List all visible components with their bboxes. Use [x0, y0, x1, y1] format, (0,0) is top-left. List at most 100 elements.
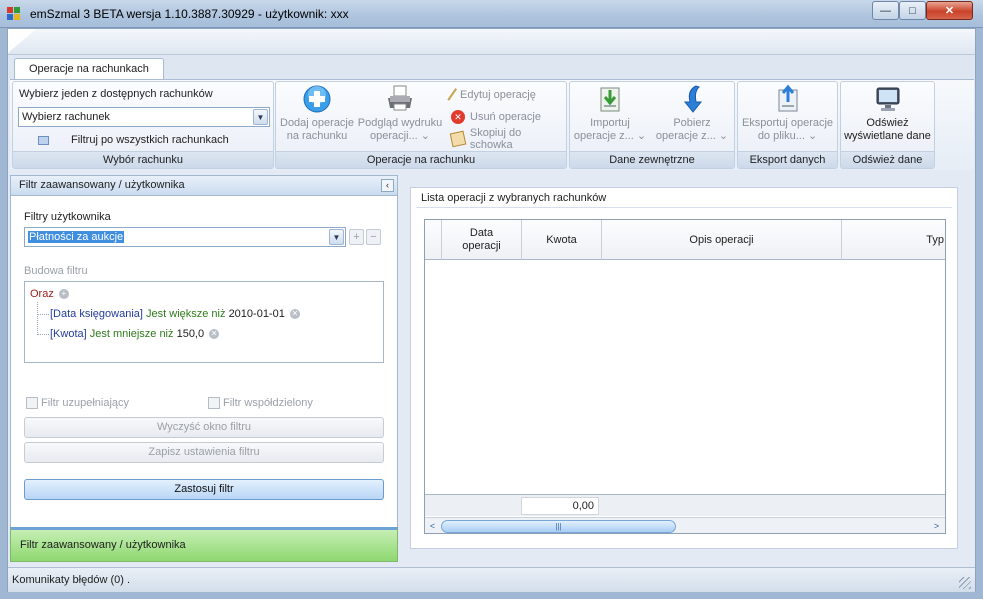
tree-root[interactable]: Oraz + — [30, 288, 69, 300]
edit-operation-button[interactable]: Edytuj operację — [447, 86, 536, 104]
scrollbar-thumb[interactable]: ||| — [441, 520, 676, 533]
print-preview-line1: Podgląd wydruku — [357, 117, 443, 129]
supplementary-filter-checkbox[interactable]: Filtr uzupełniający — [26, 397, 129, 409]
add-operation-line1: Dodaj operacje — [280, 117, 354, 129]
tab-operations[interactable]: Operacje na rachunkach — [14, 58, 164, 79]
minimize-button[interactable]: — — [872, 1, 899, 20]
copy-clipboard-label: Skopiuj do schowka — [469, 127, 522, 151]
edit-icon — [447, 88, 459, 102]
condition-field: [Kwota] — [50, 328, 87, 340]
remove-filter-button[interactable]: − — [366, 229, 381, 245]
chevron-down-icon[interactable]: ▼ — [253, 109, 268, 125]
monitor-icon — [876, 87, 899, 111]
import-operations-button[interactable]: Importuj operacje z... ⌄ — [570, 84, 650, 143]
group-label-account: Wybór rachunku — [13, 151, 273, 168]
grid-summary-row: 0,00 — [425, 494, 945, 516]
amount-sum: 0,00 — [521, 497, 599, 515]
divider — [416, 207, 952, 208]
checkbox-box — [26, 397, 38, 409]
account-prompt: Wybierz jeden z dostępnych rachunków — [19, 88, 213, 100]
filter-all-label: Filtruj po wszystkich rachunkach — [71, 134, 229, 146]
row-selector-header — [425, 220, 442, 260]
maximize-button[interactable]: □ — [899, 1, 926, 20]
ribbon-tab-row: Operacje na rachunkach — [8, 55, 975, 79]
export-operations-button[interactable]: Eksportuj operacje do pliku... ⌄ — [738, 84, 837, 143]
checkbox-box — [208, 397, 220, 409]
export-line2: do pliku... ⌄ — [757, 130, 818, 142]
refresh-data-button[interactable]: Odśwież wyświetlane dane — [841, 84, 934, 143]
condition-value: 2010-01-01 — [228, 308, 285, 320]
delete-operation-button[interactable]: ✕ Usuń operacje — [451, 108, 541, 126]
apply-filter-button[interactable]: Zastosuj filtr — [24, 479, 384, 500]
scroll-right-icon[interactable]: > — [930, 519, 943, 533]
export-line1: Eksportuj operacje — [741, 117, 834, 129]
app-menu-corner[interactable] — [8, 29, 36, 53]
filter-builder-label: Budowa filtru — [24, 265, 88, 277]
user-filter-select[interactable]: Płatności za aukcje ▼ — [24, 227, 346, 247]
shared-filter-label: Filtr współdzielony — [223, 397, 313, 409]
filter-panel-footer-tab[interactable]: Filtr zaawansowany / użytkownika — [10, 527, 398, 562]
group-label-external: Dane zewnętrzne — [570, 151, 734, 168]
import-line1: Importuj — [590, 117, 630, 129]
printer-icon — [388, 85, 412, 111]
import-icon — [600, 87, 620, 112]
delete-icon: ✕ — [451, 110, 465, 124]
column-header-amount[interactable]: Kwota — [522, 220, 602, 260]
scroll-left-icon[interactable]: < — [426, 519, 439, 533]
supplementary-filter-label: Filtr uzupełniający — [41, 397, 130, 409]
column-header-date[interactable]: Data operacji — [442, 220, 522, 260]
resize-grip-icon[interactable] — [959, 577, 971, 589]
grid-header: Data operacji Kwota Opis operacji Typ — [425, 220, 945, 260]
account-select[interactable]: Wybierz rachunek ▼ — [18, 107, 270, 127]
column-header-type[interactable]: Typ — [842, 220, 945, 260]
shared-filter-checkbox[interactable]: Filtr współdzielony — [208, 397, 313, 409]
add-condition-icon[interactable]: + — [58, 289, 69, 299]
condition-operator: Jest większe niż — [146, 308, 226, 320]
horizontal-scrollbar[interactable]: < ||| > — [425, 517, 945, 533]
add-operation-line2: na rachunku — [286, 130, 348, 142]
tree-condition-amount[interactable]: [Kwota] Jest mniejsze niż 150,0 ✕ — [50, 328, 220, 340]
fetch-line1: Pobierz — [673, 117, 711, 129]
delete-operation-label: Usuń operacje — [470, 111, 541, 123]
refresh-line2: wyświetlane dane — [844, 130, 931, 142]
chevron-down-icon[interactable]: ▼ — [329, 229, 344, 245]
condition-field: [Data księgowania] — [50, 308, 143, 320]
group-external-data: Importuj operacje z... ⌄ Pobierz operacj… — [569, 81, 735, 169]
group-label-operations: Operacje na rachunku — [276, 151, 566, 168]
add-circle-icon — [303, 85, 331, 113]
app-icon — [7, 7, 23, 21]
main-window: Operacje na rachunkach Wybierz jeden z d… — [7, 28, 976, 592]
remove-condition-icon[interactable]: ✕ — [209, 329, 220, 339]
export-icon — [778, 84, 797, 112]
column-header-description[interactable]: Opis operacji — [602, 220, 842, 260]
title-bar: emSzmal 3 BETA wersja 1.10.3887.30929 - … — [0, 0, 983, 28]
add-operation-button[interactable]: Dodaj operacje na rachunku — [278, 84, 356, 143]
save-filter-button[interactable]: Zapisz ustawienia filtru — [24, 442, 384, 463]
user-filter-value: Płatności za aukcje — [28, 231, 125, 243]
copy-clipboard-button[interactable]: Skopiuj do schowka — [449, 127, 566, 151]
filter-panel-title: Filtr zaawansowany / użytkownika — [19, 179, 185, 191]
print-preview-button[interactable]: Podgląd wydruku operacji... ⌄ — [356, 84, 444, 143]
list-title: Lista operacji z wybranych rachunków — [421, 192, 607, 204]
operations-list-panel: Lista operacji z wybranych rachunków Dat… — [410, 187, 958, 549]
error-messages-status[interactable]: Komunikaty błędów (0) . — [12, 574, 130, 586]
condition-value: 150,0 — [176, 328, 205, 340]
group-operations: Dodaj operacje na rachunku Podgląd wydru… — [275, 81, 567, 169]
close-button[interactable]: ✕ — [926, 1, 973, 20]
operations-grid[interactable]: Data operacji Kwota Opis operacji Typ 0,… — [424, 219, 946, 534]
fetch-operations-button[interactable]: Pobierz operacje z... ⌄ — [652, 84, 732, 143]
add-filter-button[interactable]: + — [349, 229, 364, 245]
remove-condition-icon[interactable]: ✕ — [289, 309, 300, 319]
group-label-refresh: Odśwież dane — [841, 151, 934, 168]
condition-operator: Jest mniejsze niż — [89, 328, 174, 340]
import-line2: operacje z... ⌄ — [573, 130, 647, 142]
advanced-filter-panel: Filtr zaawansowany / użytkownika ‹ Filtr… — [10, 175, 398, 562]
filter-all-accounts-button[interactable]: Filtruj po wszystkich rachunkach — [38, 134, 229, 146]
collapse-panel-button[interactable]: ‹ — [381, 179, 394, 192]
clear-filter-button[interactable]: Wyczyść okno filtru — [24, 417, 384, 438]
download-arrow-icon — [683, 85, 703, 113]
ribbon: Wybierz jeden z dostępnych rachunków Wyb… — [10, 79, 974, 170]
group-account-select: Wybierz jeden z dostępnych rachunków Wyb… — [12, 81, 274, 169]
tree-condition-date[interactable]: [Data księgowania] Jest większe niż 2010… — [50, 308, 300, 320]
print-preview-line2: operacji... ⌄ — [370, 130, 430, 142]
